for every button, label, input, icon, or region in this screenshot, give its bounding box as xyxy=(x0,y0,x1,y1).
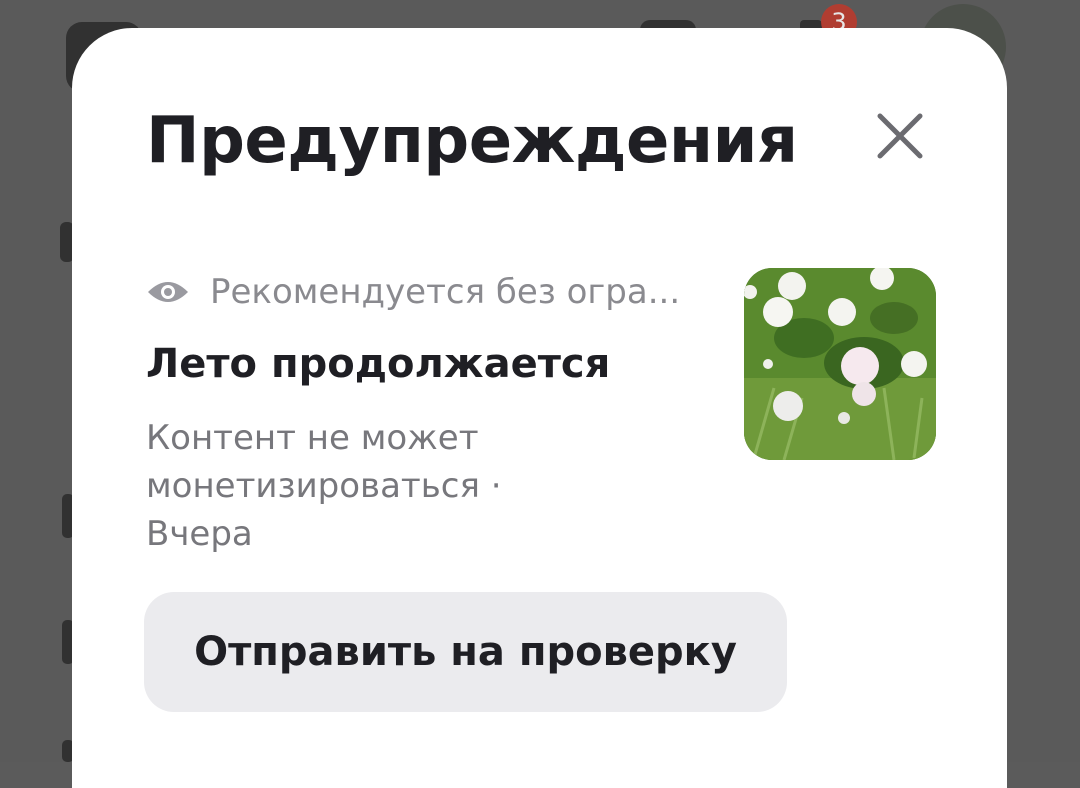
warning-reason-line2: монетизироваться · xyxy=(146,466,502,506)
video-thumbnail[interactable] xyxy=(744,268,936,460)
warning-details: Контент не может монетизироваться · Вчер… xyxy=(146,414,546,558)
visibility-status: Рекомендуется без огра... xyxy=(146,272,680,312)
visibility-status-text: Рекомендуется без огра... xyxy=(210,272,681,312)
warning-reason-line1: Контент не может xyxy=(146,418,479,458)
dialog-title: Предупреждения xyxy=(146,104,798,178)
eye-icon xyxy=(148,282,188,302)
video-title: Лето продолжается xyxy=(146,341,611,387)
close-icon[interactable] xyxy=(872,108,928,164)
warning-date: Вчера xyxy=(146,514,253,554)
send-for-review-button[interactable]: Отправить на проверку xyxy=(144,592,787,712)
warnings-dialog: Предупреждения Рекомендуется без огра...… xyxy=(72,28,1007,788)
